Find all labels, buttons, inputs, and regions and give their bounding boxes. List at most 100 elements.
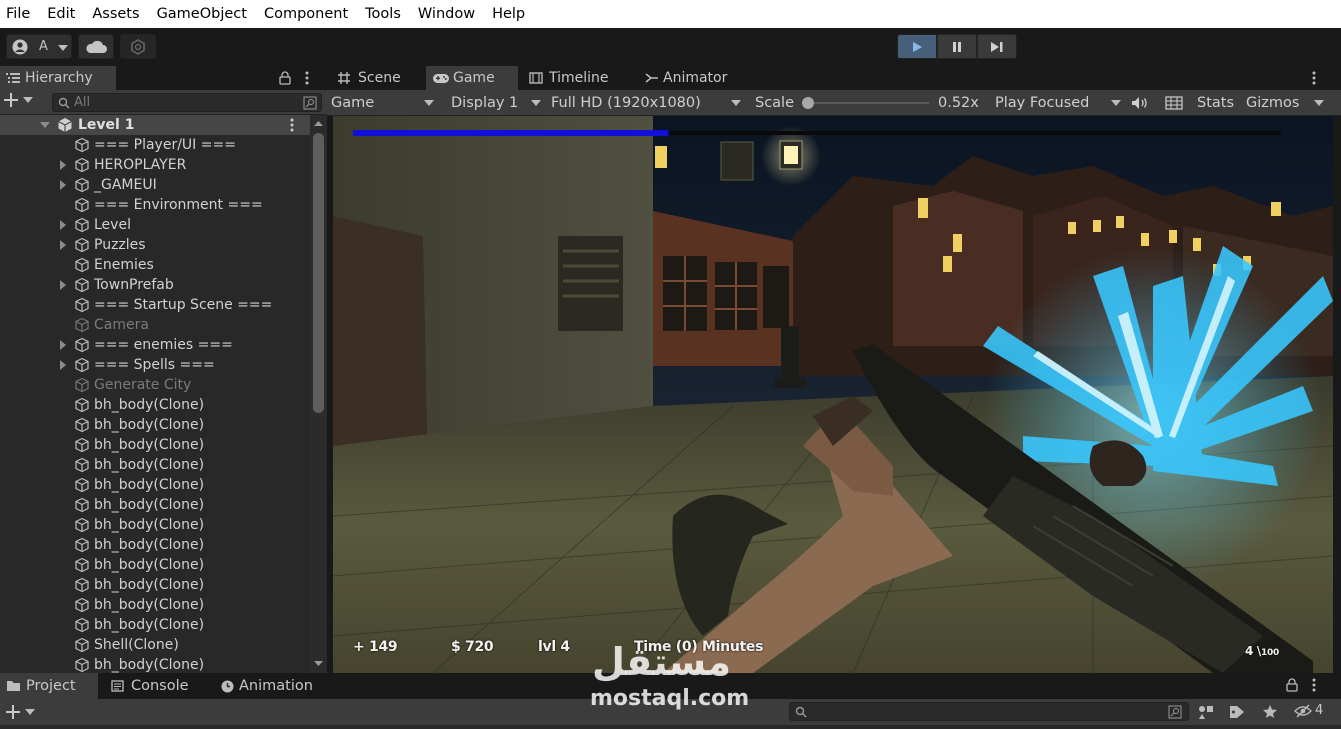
cloud-button[interactable]: [78, 34, 114, 59]
view-tabbar: Scene Game Timeline Animator: [327, 66, 1341, 90]
hierarchy-item-label: bh_body(Clone): [94, 557, 205, 573]
hierarchy-search-input[interactable]: All: [52, 93, 322, 112]
tab-hierarchy[interactable]: Hierarchy: [0, 66, 116, 90]
pause-button[interactable]: [937, 34, 977, 59]
hierarchy-item[interactable]: TownPrefab: [0, 275, 310, 295]
search-by-type-icon[interactable]: [1168, 705, 1182, 719]
tab-animation[interactable]: Animation: [221, 673, 313, 699]
hierarchy-item-label: === enemies ===: [94, 337, 233, 353]
expand-arrow-icon[interactable]: [60, 360, 66, 370]
lock-icon[interactable]: [279, 71, 291, 85]
menu-edit[interactable]: Edit: [47, 6, 75, 22]
display-dropdown[interactable]: Display 1: [451, 90, 541, 116]
scene-root-row[interactable]: Level 1: [0, 115, 310, 135]
account-dropdown[interactable]: A: [6, 34, 72, 59]
scroll-up-icon[interactable]: [310, 118, 327, 128]
hierarchy-item[interactable]: bh_body(Clone): [0, 615, 310, 635]
gameobject-cube-icon: [75, 257, 89, 273]
filter-type-icon[interactable]: [1198, 705, 1214, 719]
expand-arrow-icon[interactable]: [60, 340, 66, 350]
gameobject-cube-icon: [75, 397, 89, 413]
hierarchy-item[interactable]: bh_body(Clone): [0, 515, 310, 535]
gameobject-cube-icon: [75, 577, 89, 593]
hierarchy-item[interactable]: === Startup Scene ===: [0, 295, 310, 315]
more-options-icon[interactable]: [1312, 71, 1316, 85]
tab-animator[interactable]: Animator: [639, 66, 733, 90]
more-options-icon[interactable]: [305, 71, 309, 85]
gizmos-button[interactable]: Gizmos: [1246, 90, 1299, 116]
search-by-type-icon[interactable]: [303, 96, 317, 110]
hierarchy-item[interactable]: Level: [0, 215, 310, 235]
menu-gameobject[interactable]: GameObject: [157, 6, 247, 22]
mute-audio-button[interactable]: [1131, 90, 1153, 116]
hierarchy-item[interactable]: bh_body(Clone): [0, 555, 310, 575]
menu-window[interactable]: Window: [418, 6, 475, 22]
expand-arrow-icon[interactable]: [40, 122, 50, 128]
collab-button[interactable]: [120, 34, 156, 59]
create-button[interactable]: [4, 93, 33, 107]
label-tag-icon[interactable]: [1229, 705, 1245, 719]
more-options-icon[interactable]: [290, 118, 294, 132]
hierarchy-item[interactable]: Puzzles: [0, 235, 310, 255]
menu-component[interactable]: Component: [264, 6, 348, 22]
hierarchy-item[interactable]: bh_body(Clone): [0, 395, 310, 415]
expand-arrow-icon[interactable]: [60, 160, 66, 170]
game-viewport[interactable]: + 149 $ 720 lvl 4 Time (0) Minutes 4 \10…: [333, 116, 1333, 673]
menu-tools[interactable]: Tools: [365, 6, 401, 22]
menu-file[interactable]: File: [6, 6, 30, 22]
expand-arrow-icon[interactable]: [60, 180, 66, 190]
hierarchy-item[interactable]: bh_body(Clone): [0, 535, 310, 555]
hidden-packages-toggle[interactable]: 4: [1294, 703, 1323, 718]
hierarchy-item[interactable]: === Player/UI ===: [0, 135, 310, 155]
tab-animator-label: Animator: [663, 70, 728, 86]
hierarchy-scrollbar[interactable]: [310, 115, 327, 673]
scale-slider-thumb[interactable]: [802, 97, 814, 109]
hierarchy-item[interactable]: Shell(Clone): [0, 635, 310, 655]
hierarchy-item[interactable]: bh_body(Clone): [0, 495, 310, 515]
favorite-star-icon[interactable]: [1262, 704, 1278, 718]
folder-icon: [7, 681, 20, 691]
hierarchy-item[interactable]: HEROPLAYER: [0, 155, 310, 175]
tab-scene[interactable]: Scene: [331, 66, 407, 90]
hierarchy-item[interactable]: === Spells ===: [0, 355, 310, 375]
expand-arrow-icon[interactable]: [60, 280, 66, 290]
resolution-dropdown[interactable]: Full HD (1920x1080): [551, 90, 746, 116]
play-icon: [913, 41, 922, 52]
more-options-icon[interactable]: [1312, 678, 1316, 692]
tab-timeline[interactable]: Timeline: [523, 66, 615, 90]
hierarchy-item[interactable]: _GAMEUI: [0, 175, 310, 195]
tab-console[interactable]: Console: [111, 673, 189, 699]
project-search-input[interactable]: [789, 702, 1189, 721]
hierarchy-item[interactable]: bh_body(Clone): [0, 415, 310, 435]
scale-slider[interactable]: [802, 97, 929, 109]
scroll-down-icon[interactable]: [310, 659, 327, 669]
step-button[interactable]: [977, 34, 1017, 59]
play-button[interactable]: [897, 34, 937, 59]
tab-game[interactable]: Game: [426, 66, 518, 90]
gizmos-chevron-down-icon[interactable]: [1314, 100, 1324, 106]
hierarchy-item[interactable]: === enemies ===: [0, 335, 310, 355]
aspect-grid-button[interactable]: [1165, 90, 1187, 116]
tab-project[interactable]: Project: [0, 673, 98, 699]
hierarchy-item[interactable]: Generate City: [0, 375, 310, 395]
play-focus-dropdown[interactable]: Play Focused: [995, 90, 1125, 116]
hierarchy-item[interactable]: Camera: [0, 315, 310, 335]
hierarchy-item[interactable]: bh_body(Clone): [0, 435, 310, 455]
view-mode-dropdown[interactable]: Game: [331, 90, 439, 116]
expand-arrow-icon[interactable]: [60, 220, 66, 230]
scrollbar-thumb[interactable]: [313, 133, 324, 413]
menu-assets[interactable]: Assets: [92, 6, 139, 22]
hierarchy-item[interactable]: bh_body(Clone): [0, 595, 310, 615]
hierarchy-item[interactable]: bh_body(Clone): [0, 655, 310, 673]
stats-button[interactable]: Stats: [1197, 90, 1234, 116]
hierarchy-item[interactable]: bh_body(Clone): [0, 455, 310, 475]
menu-help[interactable]: Help: [492, 6, 525, 22]
hierarchy-item[interactable]: Enemies: [0, 255, 310, 275]
lock-icon[interactable]: [1286, 678, 1298, 692]
create-asset-button[interactable]: [6, 705, 35, 719]
expand-arrow-icon[interactable]: [60, 240, 66, 250]
hierarchy-item[interactable]: bh_body(Clone): [0, 575, 310, 595]
hierarchy-item-label: bh_body(Clone): [94, 497, 205, 513]
hierarchy-item[interactable]: bh_body(Clone): [0, 475, 310, 495]
hierarchy-item[interactable]: === Environment ===: [0, 195, 310, 215]
